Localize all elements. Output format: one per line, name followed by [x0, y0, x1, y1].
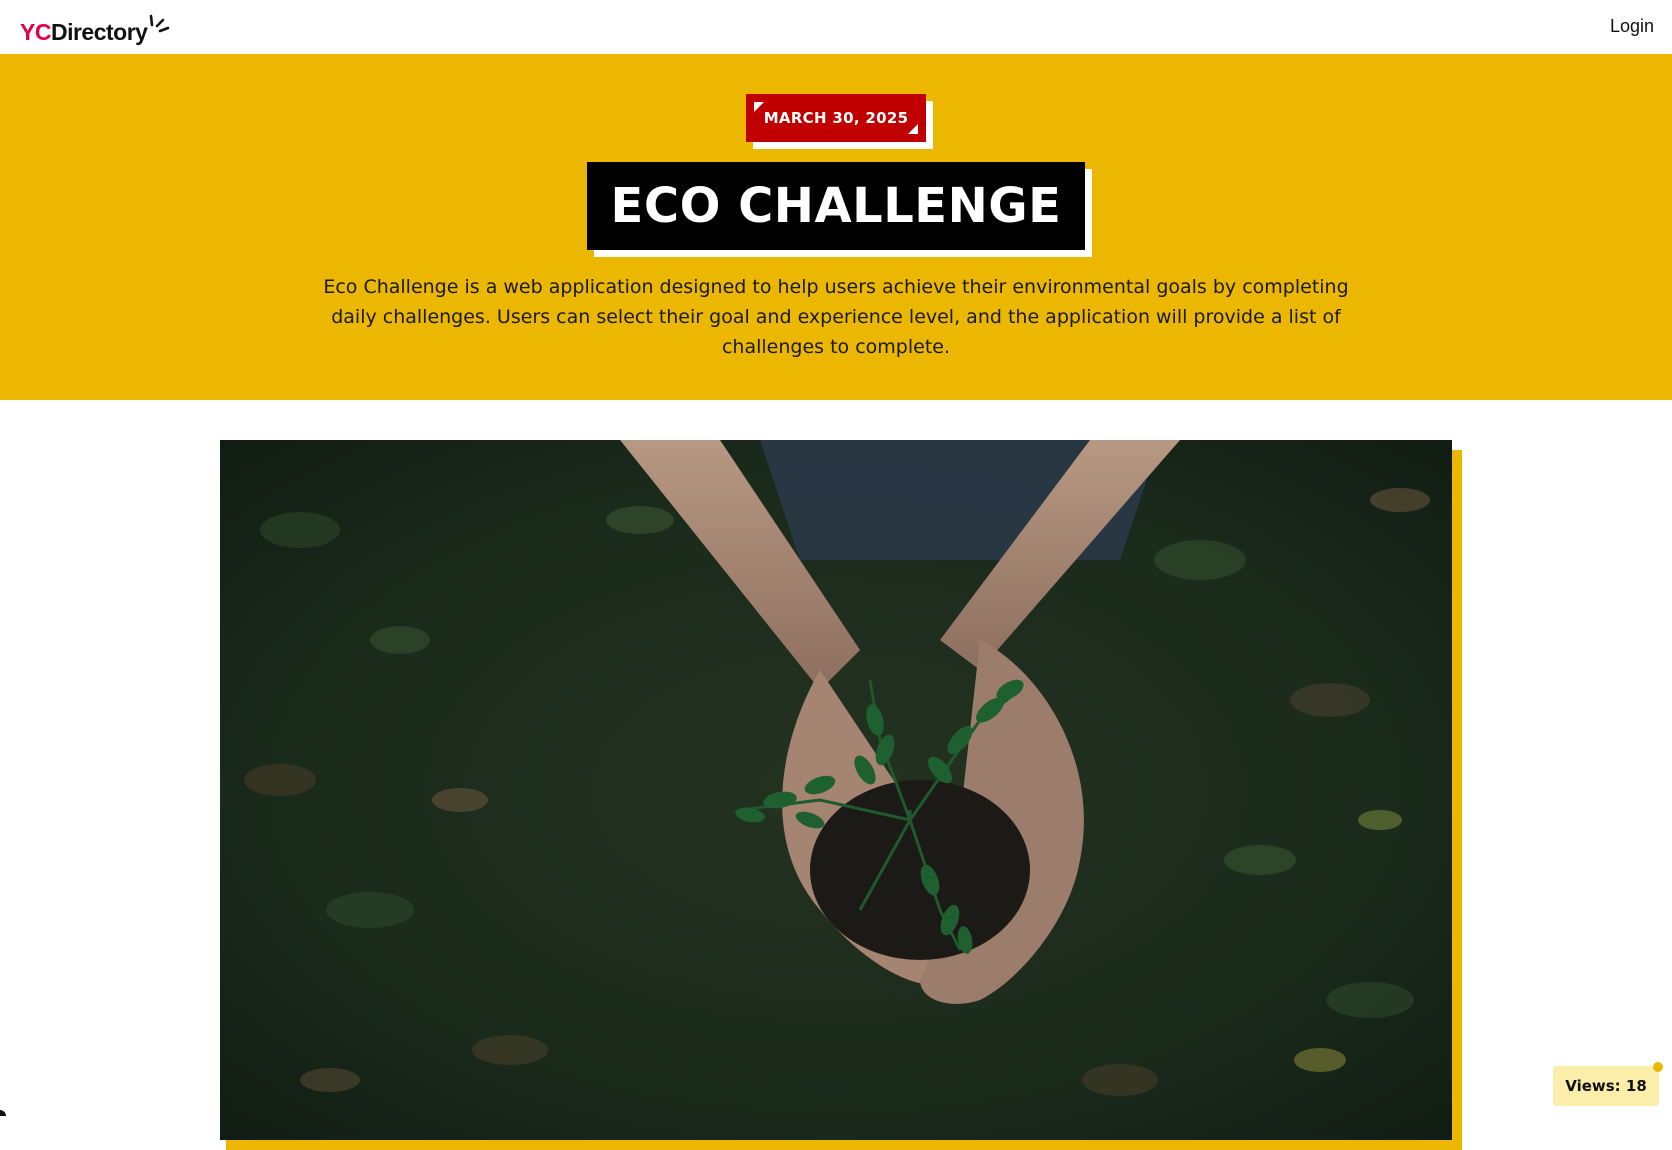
corner-triangle-icon	[908, 124, 918, 134]
logo-suffix: Directory	[50, 19, 148, 45]
seedling-image-icon	[220, 440, 1452, 1140]
logo-link[interactable]: YC Directory	[20, 14, 172, 44]
startup-date: MARCH 30, 2025	[763, 109, 909, 127]
live-dot-icon	[1653, 1062, 1663, 1072]
login-button[interactable]: Login	[1610, 16, 1654, 37]
views-badge: Views: 18	[1553, 1062, 1663, 1106]
logo-prefix: YC	[20, 19, 51, 45]
startup-title: ECO CHALLENGE	[610, 178, 1062, 234]
corner-mark	[0, 1110, 6, 1116]
navbar: YC Directory Login	[0, 0, 1672, 54]
views-count: Views: 18	[1565, 1077, 1647, 1095]
hero-section: MARCH 30, 2025 ECO CHALLENGE Eco Challen…	[0, 54, 1672, 400]
burst-icon	[150, 14, 170, 33]
date-tag: MARCH 30, 2025	[746, 94, 926, 142]
startup-image	[220, 440, 1452, 1140]
startup-description: Eco Challenge is a web application desig…	[323, 276, 1349, 358]
title-box: ECO CHALLENGE	[587, 162, 1085, 250]
corner-triangle-icon	[754, 102, 764, 112]
